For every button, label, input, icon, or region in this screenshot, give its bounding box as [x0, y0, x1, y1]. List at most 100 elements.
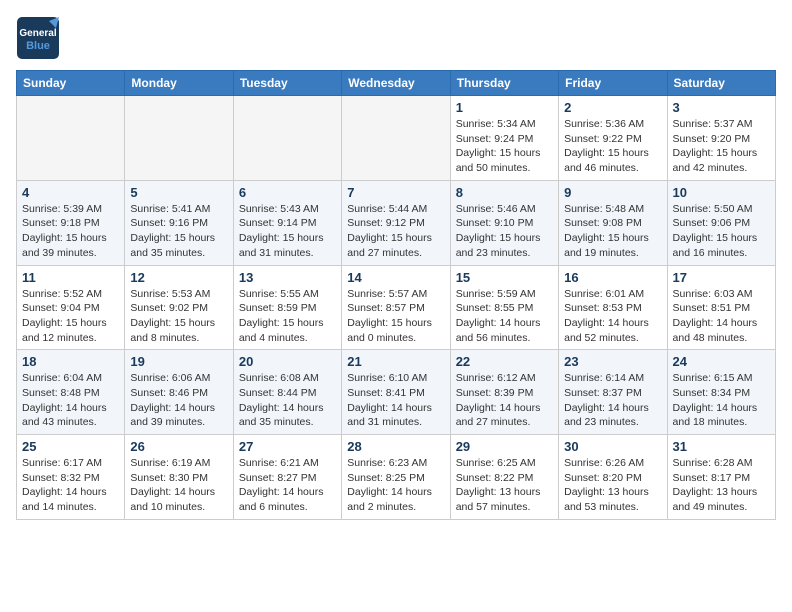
calendar-cell: 19 Sunrise: 6:06 AM Sunset: 8:46 PM Dayli… — [125, 350, 233, 435]
calendar-cell: 2 Sunrise: 5:36 AM Sunset: 9:22 PM Daylig… — [559, 96, 667, 181]
day-info: Sunrise: 6:01 AM Sunset: 8:53 PM Dayligh… — [564, 287, 661, 346]
calendar-cell: 22Sunrise: 6:12 AM Sunset: 8:39 PM Dayli… — [450, 350, 558, 435]
day-number: 26 — [130, 439, 227, 454]
day-info: Sunrise: 6:19 AM Sunset: 8:30 PM Dayligh… — [130, 456, 227, 515]
day-number: 9 — [564, 185, 661, 200]
day-info: Sunrise: 6:28 AM Sunset: 8:17 PM Dayligh… — [673, 456, 770, 515]
day-info: Sunrise: 5:52 AM Sunset: 9:04 PM Dayligh… — [22, 287, 119, 346]
col-header-monday: Monday — [125, 71, 233, 96]
day-number: 25 — [22, 439, 119, 454]
day-info: Sunrise: 6:25 AM Sunset: 8:22 PM Dayligh… — [456, 456, 553, 515]
day-info: Sunrise: 6:14 AM Sunset: 8:37 PM Dayligh… — [564, 371, 661, 430]
day-number: 21 — [347, 354, 444, 369]
day-info: Sunrise: 5:50 AM Sunset: 9:06 PM Dayligh… — [673, 202, 770, 261]
day-number: 8 — [456, 185, 553, 200]
day-info: Sunrise: 5:44 AM Sunset: 9:12 PM Dayligh… — [347, 202, 444, 261]
col-header-tuesday: Tuesday — [233, 71, 341, 96]
calendar-cell: 3 Sunrise: 5:37 AM Sunset: 9:20 PM Daylig… — [667, 96, 775, 181]
day-number: 1 — [456, 100, 553, 115]
calendar-table: SundayMondayTuesdayWednesdayThursdayFrid… — [16, 70, 776, 520]
calendar-week-row: 11 Sunrise: 5:52 AM Sunset: 9:04 PM Dayli… — [17, 265, 776, 350]
day-number: 18 — [22, 354, 119, 369]
day-info: Sunrise: 6:08 AM Sunset: 8:44 PM Dayligh… — [239, 371, 336, 430]
day-info: Sunrise: 5:39 AM Sunset: 9:18 PM Dayligh… — [22, 202, 119, 261]
day-info: Sunrise: 5:46 AM Sunset: 9:10 PM Dayligh… — [456, 202, 553, 261]
day-info: Sunrise: 5:59 AM Sunset: 8:55 PM Dayligh… — [456, 287, 553, 346]
calendar-cell: 18Sunrise: 6:04 AM Sunset: 8:48 PM Dayli… — [17, 350, 125, 435]
day-number: 24 — [673, 354, 770, 369]
day-info: Sunrise: 5:48 AM Sunset: 9:08 PM Dayligh… — [564, 202, 661, 261]
page-header: General Blue — [16, 16, 776, 60]
calendar-cell: 20 Sunrise: 6:08 AM Sunset: 8:44 PM Dayli… — [233, 350, 341, 435]
calendar-cell: 28Sunrise: 6:23 AM Sunset: 8:25 PM Dayli… — [342, 435, 450, 520]
day-info: Sunrise: 6:17 AM Sunset: 8:32 PM Dayligh… — [22, 456, 119, 515]
day-info: Sunrise: 6:06 AM Sunset: 8:46 PM Dayligh… — [130, 371, 227, 430]
calendar-cell: 12 Sunrise: 5:53 AM Sunset: 9:02 PM Dayli… — [125, 265, 233, 350]
day-info: Sunrise: 5:37 AM Sunset: 9:20 PM Dayligh… — [673, 117, 770, 176]
day-number: 31 — [673, 439, 770, 454]
svg-text:General: General — [19, 28, 56, 39]
col-header-wednesday: Wednesday — [342, 71, 450, 96]
calendar-cell: 5Sunrise: 5:41 AM Sunset: 9:16 PM Daylig… — [125, 180, 233, 265]
day-info: Sunrise: 6:15 AM Sunset: 8:34 PM Dayligh… — [673, 371, 770, 430]
day-info: Sunrise: 5:36 AM Sunset: 9:22 PM Dayligh… — [564, 117, 661, 176]
day-number: 16 — [564, 270, 661, 285]
col-header-thursday: Thursday — [450, 71, 558, 96]
day-number: 22 — [456, 354, 553, 369]
calendar-cell — [342, 96, 450, 181]
calendar-week-row: 25 Sunrise: 6:17 AM Sunset: 8:32 PM Dayli… — [17, 435, 776, 520]
calendar-cell: 10 Sunrise: 5:50 AM Sunset: 9:06 PM Dayli… — [667, 180, 775, 265]
day-number: 3 — [673, 100, 770, 115]
calendar-cell: 29Sunrise: 6:25 AM Sunset: 8:22 PM Dayli… — [450, 435, 558, 520]
day-number: 20 — [239, 354, 336, 369]
calendar-cell: 24 Sunrise: 6:15 AM Sunset: 8:34 PM Dayli… — [667, 350, 775, 435]
day-number: 10 — [673, 185, 770, 200]
calendar-week-row: 4 Sunrise: 5:39 AM Sunset: 9:18 PM Daylig… — [17, 180, 776, 265]
day-number: 27 — [239, 439, 336, 454]
day-number: 7 — [347, 185, 444, 200]
calendar-cell — [233, 96, 341, 181]
calendar-cell — [17, 96, 125, 181]
calendar-cell: 9 Sunrise: 5:48 AM Sunset: 9:08 PM Daylig… — [559, 180, 667, 265]
calendar-week-row: 18Sunrise: 6:04 AM Sunset: 8:48 PM Dayli… — [17, 350, 776, 435]
day-info: Sunrise: 5:53 AM Sunset: 9:02 PM Dayligh… — [130, 287, 227, 346]
col-header-saturday: Saturday — [667, 71, 775, 96]
col-header-friday: Friday — [559, 71, 667, 96]
calendar-cell: 31 Sunrise: 6:28 AM Sunset: 8:17 PM Dayli… — [667, 435, 775, 520]
day-number: 12 — [130, 270, 227, 285]
day-info: Sunrise: 5:43 AM Sunset: 9:14 PM Dayligh… — [239, 202, 336, 261]
calendar-cell: 15Sunrise: 5:59 AM Sunset: 8:55 PM Dayli… — [450, 265, 558, 350]
calendar-cell: 13 Sunrise: 5:55 AM Sunset: 8:59 PM Dayli… — [233, 265, 341, 350]
day-number: 28 — [347, 439, 444, 454]
logo-icon: General Blue — [16, 16, 60, 60]
day-number: 13 — [239, 270, 336, 285]
logo: General Blue — [16, 16, 60, 60]
day-number: 2 — [564, 100, 661, 115]
day-info: Sunrise: 5:55 AM Sunset: 8:59 PM Dayligh… — [239, 287, 336, 346]
calendar-cell: 30Sunrise: 6:26 AM Sunset: 8:20 PM Dayli… — [559, 435, 667, 520]
day-info: Sunrise: 6:21 AM Sunset: 8:27 PM Dayligh… — [239, 456, 336, 515]
day-number: 23 — [564, 354, 661, 369]
calendar-cell: 1Sunrise: 5:34 AM Sunset: 9:24 PM Daylig… — [450, 96, 558, 181]
calendar-cell: 27 Sunrise: 6:21 AM Sunset: 8:27 PM Dayli… — [233, 435, 341, 520]
calendar-cell: 14Sunrise: 5:57 AM Sunset: 8:57 PM Dayli… — [342, 265, 450, 350]
calendar-cell: 16 Sunrise: 6:01 AM Sunset: 8:53 PM Dayli… — [559, 265, 667, 350]
day-info: Sunrise: 5:57 AM Sunset: 8:57 PM Dayligh… — [347, 287, 444, 346]
calendar-cell — [125, 96, 233, 181]
calendar-cell: 17 Sunrise: 6:03 AM Sunset: 8:51 PM Dayli… — [667, 265, 775, 350]
day-number: 6 — [239, 185, 336, 200]
day-number: 11 — [22, 270, 119, 285]
calendar-cell: 26 Sunrise: 6:19 AM Sunset: 8:30 PM Dayli… — [125, 435, 233, 520]
calendar-cell: 25 Sunrise: 6:17 AM Sunset: 8:32 PM Dayli… — [17, 435, 125, 520]
day-number: 19 — [130, 354, 227, 369]
day-number: 17 — [673, 270, 770, 285]
calendar-cell: 8 Sunrise: 5:46 AM Sunset: 9:10 PM Daylig… — [450, 180, 558, 265]
day-number: 5 — [130, 185, 227, 200]
calendar-header-row: SundayMondayTuesdayWednesdayThursdayFrid… — [17, 71, 776, 96]
calendar-cell: 7 Sunrise: 5:44 AM Sunset: 9:12 PM Daylig… — [342, 180, 450, 265]
col-header-sunday: Sunday — [17, 71, 125, 96]
calendar-cell: 11 Sunrise: 5:52 AM Sunset: 9:04 PM Dayli… — [17, 265, 125, 350]
day-number: 4 — [22, 185, 119, 200]
day-info: Sunrise: 6:03 AM Sunset: 8:51 PM Dayligh… — [673, 287, 770, 346]
day-number: 30 — [564, 439, 661, 454]
